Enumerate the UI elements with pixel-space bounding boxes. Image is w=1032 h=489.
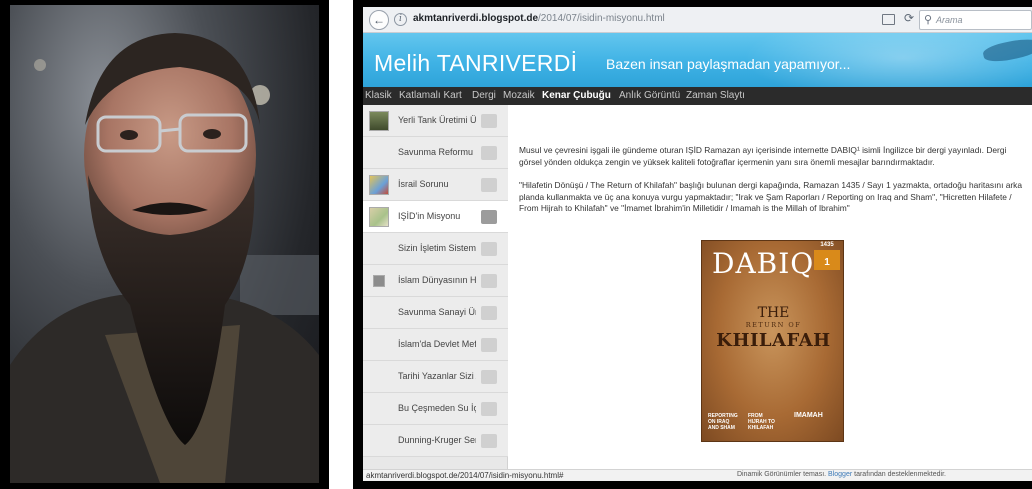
- dabiq-cover-image[interactable]: DABIQ 1435 1 THE RETURN OF KHILAFAH REPOR…: [701, 240, 844, 442]
- search-icon: ⚲: [924, 14, 933, 26]
- site-info-icon[interactable]: i: [394, 13, 407, 26]
- cover-the: THE: [757, 305, 790, 321]
- comment-count-badge: [481, 242, 497, 256]
- portrait-illustration: [10, 33, 319, 483]
- sidebar-post-item[interactable]: Yerli Tank Üretimi Üze: [363, 105, 508, 137]
- document-thumbnail: [373, 275, 385, 287]
- article-paragraph-2: "Hilafetin Dönüşü / The Return of Khilaf…: [519, 180, 1023, 213]
- search-placeholder: Arama: [936, 15, 963, 25]
- back-button[interactable]: ←: [369, 10, 389, 30]
- post-sidebar: Yerli Tank Üretimi Üze Savunma Reformu R…: [363, 105, 508, 469]
- sidebar-post-title: Yerli Tank Üretimi Üze: [398, 115, 476, 125]
- address-bar: ← i akmtanriverdi.blogspot.de/2014/07/is…: [363, 7, 1032, 33]
- nav-item-katlamali-kart[interactable]: Katlamalı Kart: [399, 90, 462, 101]
- comment-count-badge: [481, 370, 497, 384]
- view-nav: Klasik Katlamalı Kart Dergi Mozaik Kenar…: [363, 87, 1032, 105]
- nav-item-mozaik[interactable]: Mozaik: [503, 90, 535, 101]
- reader-view-icon[interactable]: [882, 14, 895, 25]
- sidebar-post-title: Dunning-Kruger Send: [398, 435, 476, 445]
- article-paragraph-1: Musul ve çevresini işgali ile gündeme ot…: [519, 145, 1007, 167]
- cover-foot-2: FROM HIJRAH TO KHILAFAH: [748, 413, 775, 431]
- status-bar: akmtanriverdi.blogspot.de/2014/07/isidin…: [363, 469, 1032, 481]
- cover-issue-badge: 1435 1: [814, 242, 840, 270]
- url-path: /2014/07/isidin-misyonu.html: [538, 13, 665, 24]
- comment-count-badge: [481, 306, 497, 320]
- comment-count-badge: [481, 210, 497, 224]
- sidebar-post-item[interactable]: Bu Çeşmeden Su İçi: [363, 393, 508, 425]
- blog-header: Melih TANRIVERDİ Bazen insan paylaşmadan…: [363, 33, 1032, 87]
- url-domain: akmtanriverdi.blogspot.de: [413, 13, 539, 24]
- map-thumbnail: [369, 175, 389, 195]
- comment-count-badge: [481, 434, 497, 448]
- blog-description: Bazen insan paylaşmadan yapamıyor...: [606, 56, 851, 72]
- screenshot-frame: ← i akmtanriverdi.blogspot.de/2014/07/is…: [353, 0, 1032, 489]
- back-arrow-icon: ←: [373, 13, 385, 27]
- photo-frame: [0, 0, 329, 489]
- sidebar-post-item[interactable]: Savunma Sanayi Üre: [363, 297, 508, 329]
- comment-count-badge: [481, 114, 497, 128]
- footer-prefix: Dinamik Görünümler teması.: [737, 471, 827, 478]
- blogger-link[interactable]: Blogger: [828, 471, 852, 478]
- sidebar-post-item[interactable]: İslam'da Devlet Mefh: [363, 329, 508, 361]
- comment-count-badge: [481, 402, 497, 416]
- cover-issue-year: 1435: [820, 242, 834, 248]
- portrait-photo: [10, 5, 319, 483]
- sidebar-post-title: Bu Çeşmeden Su İçi: [398, 403, 476, 413]
- comment-count-badge: [481, 178, 497, 192]
- cover-issue-number: 1: [824, 257, 830, 268]
- blog-title[interactable]: Melih TANRIVERDİ: [374, 50, 577, 77]
- status-link-url: akmtanriverdi.blogspot.de/2014/07/isidin…: [366, 471, 564, 480]
- sidebar-post-item[interactable]: İslam Dünyasının Ha: [363, 265, 508, 297]
- sidebar-post-item-active[interactable]: IŞİD'in Misyonu: [363, 201, 508, 233]
- sidebar-post-title: İslam Dünyasının Ha: [398, 275, 476, 285]
- nav-item-kenar-cubugu[interactable]: Kenar Çubuğu: [542, 90, 611, 101]
- tank-thumbnail: [369, 111, 389, 131]
- sidebar-post-item[interactable]: Tarihi Yazanlar Sizi Al: [363, 361, 508, 393]
- sidebar-post-title: Savunma Sanayi Üre: [398, 307, 476, 317]
- reload-icon[interactable]: ⟳: [904, 11, 914, 25]
- search-input[interactable]: ⚲ Arama: [919, 10, 1032, 30]
- cover-subtitle: RETURN OF: [745, 321, 802, 329]
- comment-count-badge: [481, 274, 497, 288]
- comment-count-badge: [481, 338, 497, 352]
- sidebar-post-title: Savunma Reformu R: [398, 147, 476, 157]
- nav-item-anlik-goruntu[interactable]: Anlık Görüntü: [619, 90, 680, 101]
- cover-masthead: DABIQ: [712, 247, 815, 280]
- sidebar-post-title: Sizin İşletim Sisteminiz: [398, 243, 476, 253]
- nav-item-zaman-slayti[interactable]: Zaman Slaytı: [686, 90, 745, 101]
- sidebar-post-title: IŞİD'in Misyonu: [398, 211, 461, 221]
- cover-foot-1: REPORTING ON IRAQ AND SHAM: [708, 413, 738, 431]
- sidebar-post-item[interactable]: İsrail Sorunu: [363, 169, 508, 201]
- cover-headline: KHILAFAH: [716, 330, 831, 351]
- url-field[interactable]: akmtanriverdi.blogspot.de/2014/07/isidin…: [413, 13, 665, 24]
- sidebar-post-item[interactable]: Dunning-Kruger Send: [363, 425, 508, 457]
- article-content: Musul ve çevresini işgali ile gündeme ot…: [509, 105, 1032, 469]
- cover-foot-3: IMAMAH: [794, 412, 823, 419]
- nav-item-dergi[interactable]: Dergi: [472, 90, 496, 101]
- sidebar-post-item[interactable]: Savunma Reformu R: [363, 137, 508, 169]
- sidebar-post-item[interactable]: Sizin İşletim Sisteminiz: [363, 233, 508, 265]
- map-thumbnail: [369, 207, 389, 227]
- sidebar-post-title: Tarihi Yazanlar Sizi Al: [398, 371, 476, 381]
- browser-window: ← i akmtanriverdi.blogspot.de/2014/07/is…: [363, 7, 1032, 481]
- sidebar-post-title: İsrail Sorunu: [398, 179, 449, 189]
- blog-footer: Dinamik Görünümler teması. Blogger taraf…: [737, 471, 946, 478]
- comment-count-badge: [481, 146, 497, 160]
- footer-suffix: tarafından desteklenmektedir.: [854, 471, 946, 478]
- sidebar-post-title: İslam'da Devlet Mefh: [398, 339, 476, 349]
- nav-item-klasik[interactable]: Klasik: [365, 90, 392, 101]
